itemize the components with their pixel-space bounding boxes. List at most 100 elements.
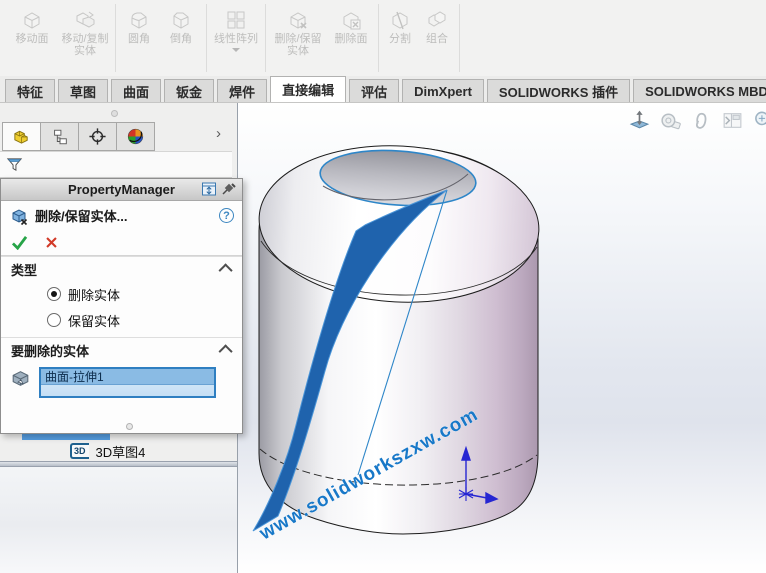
bodies-section-header[interactable]: 要删除的实体 bbox=[1, 337, 242, 362]
ribbon-button-label: 删除面 bbox=[334, 33, 368, 45]
solidworks-window: 移动面 移动/复制实体 圆角 倒角 线性阵列 删除/保留实体 删除面 分割 组合… bbox=[0, 0, 766, 573]
selected-body-item[interactable]: 曲面-拉伸1 bbox=[41, 369, 214, 385]
combine-button[interactable]: 组合 bbox=[418, 0, 456, 76]
manager-panel: › PropertyManager 删除/保留实体... ? 类型 删除实体 保… bbox=[0, 103, 243, 573]
tab-sketch[interactable]: 草图 bbox=[58, 79, 109, 102]
radio-button[interactable] bbox=[47, 313, 61, 327]
tab-weldments[interactable]: 焊件 bbox=[217, 79, 268, 102]
manager-panel-tabs bbox=[2, 122, 155, 151]
bodies-selection-row: 曲面-拉伸1 bbox=[1, 362, 242, 398]
heads-up-toolbar bbox=[628, 109, 766, 132]
ribbon-button-label: 删除/保留实体 bbox=[274, 33, 322, 57]
linear-pattern-icon bbox=[227, 11, 245, 29]
type-section-header[interactable]: 类型 bbox=[1, 256, 242, 281]
tab-dimxpertmanager[interactable] bbox=[78, 122, 117, 151]
tab-label: DimXpert bbox=[414, 83, 472, 99]
ribbon-separator bbox=[459, 4, 460, 72]
dropdown-caret-icon[interactable] bbox=[232, 48, 240, 52]
magnifier-icon[interactable] bbox=[752, 109, 766, 132]
split-button[interactable]: 分割 bbox=[382, 0, 418, 76]
tab-features[interactable]: 特征 bbox=[5, 79, 56, 102]
delete-face-button[interactable]: 删除面 bbox=[327, 0, 375, 76]
bodies-to-delete-listbox[interactable]: 曲面-拉伸1 bbox=[39, 367, 216, 398]
delete-keep-body-button[interactable]: 删除/保留实体 bbox=[269, 0, 327, 76]
ribbon-button-label: 分割 bbox=[389, 33, 411, 45]
panel-splitter[interactable] bbox=[0, 461, 237, 467]
autoshow-icon[interactable] bbox=[201, 181, 217, 197]
delete-keep-body-feature-icon bbox=[12, 208, 28, 225]
tab-displaymanager[interactable] bbox=[116, 122, 155, 151]
attach-icon[interactable] bbox=[690, 109, 713, 132]
tab-label: 焊件 bbox=[229, 84, 256, 100]
body-item-label: 曲面-拉伸1 bbox=[45, 370, 104, 384]
fillet-icon bbox=[131, 12, 147, 29]
tree-icon bbox=[53, 129, 67, 144]
feature-title-row: 删除/保留实体... ? bbox=[1, 201, 242, 230]
ribbon-button-label: 圆角 bbox=[128, 33, 150, 45]
pin-icon[interactable] bbox=[221, 181, 237, 197]
tab-label: 草图 bbox=[70, 84, 97, 100]
ribbon-button-label: 移动/复制实体 bbox=[61, 33, 109, 57]
move-copy-body-icon bbox=[76, 11, 95, 28]
radio-button-selected[interactable] bbox=[47, 287, 61, 301]
measure-icon[interactable] bbox=[659, 109, 682, 132]
crosshair-icon bbox=[89, 128, 106, 145]
pm-resize-handle[interactable] bbox=[126, 423, 133, 430]
display-sphere-icon bbox=[127, 128, 144, 145]
tab-direct-editing[interactable]: 直接编辑 bbox=[270, 76, 347, 102]
filter-row[interactable] bbox=[0, 151, 232, 178]
tab-evaluate[interactable]: 评估 bbox=[349, 79, 400, 102]
pane-icon[interactable] bbox=[721, 109, 744, 132]
tab-label: 评估 bbox=[361, 84, 388, 100]
chamfer-icon bbox=[173, 12, 189, 29]
move-face-button[interactable]: 移动面 bbox=[6, 0, 58, 76]
tab-solidworks-mbd[interactable]: SOLIDWORKS MBD bbox=[633, 79, 766, 102]
property-manager-panel: PropertyManager 删除/保留实体... ? 类型 删除实体 保留实… bbox=[0, 178, 243, 434]
tab-solidworks-addins[interactable]: SOLIDWORKS 插件 bbox=[486, 79, 631, 102]
view-normal-icon[interactable] bbox=[628, 109, 651, 132]
tree-selected-item-strip[interactable] bbox=[22, 433, 110, 440]
ok-button[interactable] bbox=[11, 235, 28, 250]
tab-featuremanager[interactable] bbox=[2, 122, 41, 151]
tab-label: 直接编辑 bbox=[282, 83, 335, 98]
tab-configurationmanager[interactable] bbox=[40, 122, 79, 151]
linear-pattern-button[interactable]: 线性阵列 bbox=[210, 0, 262, 76]
body-selection-icon bbox=[12, 371, 29, 386]
ribbon-button-label: 移动面 bbox=[15, 33, 49, 45]
panel-width-handle[interactable] bbox=[111, 110, 118, 117]
tab-surfaces[interactable]: 曲面 bbox=[111, 79, 162, 102]
radio-keep-bodies[interactable]: 保留实体 bbox=[1, 307, 242, 333]
tab-dimxpert[interactable]: DimXpert bbox=[402, 79, 484, 102]
radio-delete-bodies[interactable]: 删除实体 bbox=[1, 281, 242, 307]
tab-label: SOLIDWORKS MBD bbox=[645, 83, 766, 99]
tab-sheet-metal[interactable]: 钣金 bbox=[164, 79, 215, 102]
property-manager-title: PropertyManager bbox=[68, 182, 175, 197]
ribbon-separator bbox=[378, 4, 379, 72]
cancel-button[interactable] bbox=[45, 236, 58, 249]
tab-label: 特征 bbox=[17, 84, 44, 100]
chamfer-button[interactable]: 倒角 bbox=[159, 0, 203, 76]
ribbon-button-label: 组合 bbox=[426, 33, 448, 45]
feature-title: 删除/保留实体... bbox=[35, 209, 128, 224]
commandmanager-tabbar: 特征 草图 曲面 钣金 焊件 直接编辑 评估 DimXpert SOLIDWOR… bbox=[0, 76, 766, 103]
combine-icon bbox=[428, 11, 446, 27]
tree-item-3d-sketch[interactable]: 3D 3D草图4 bbox=[70, 441, 145, 461]
help-button[interactable]: ? bbox=[219, 208, 234, 223]
tab-label: SOLIDWORKS 插件 bbox=[498, 84, 619, 100]
collapse-chevron-icon[interactable] bbox=[218, 263, 233, 278]
move-copy-body-button[interactable]: 移动/复制实体 bbox=[58, 0, 112, 76]
tree-item-label: 3D草图4 bbox=[95, 444, 146, 460]
move-face-icon bbox=[24, 12, 40, 29]
graphics-area[interactable]: www.solidworkszxw.com bbox=[237, 103, 766, 573]
filter-funnel-icon bbox=[6, 158, 23, 172]
collapse-chevron-icon[interactable] bbox=[218, 344, 233, 359]
model-canvas[interactable]: www.solidworkszxw.com bbox=[238, 103, 766, 573]
split-icon bbox=[392, 11, 408, 30]
3d-sketch-icon: 3D bbox=[70, 443, 89, 459]
fillet-button[interactable]: 圆角 bbox=[119, 0, 159, 76]
panel-tabs-expand-arrow[interactable]: › bbox=[216, 125, 221, 142]
ribbon-separator bbox=[115, 4, 116, 72]
radio-label: 删除实体 bbox=[68, 287, 121, 303]
panel-lower-pane bbox=[0, 467, 237, 573]
section-title: 类型 bbox=[11, 262, 38, 278]
